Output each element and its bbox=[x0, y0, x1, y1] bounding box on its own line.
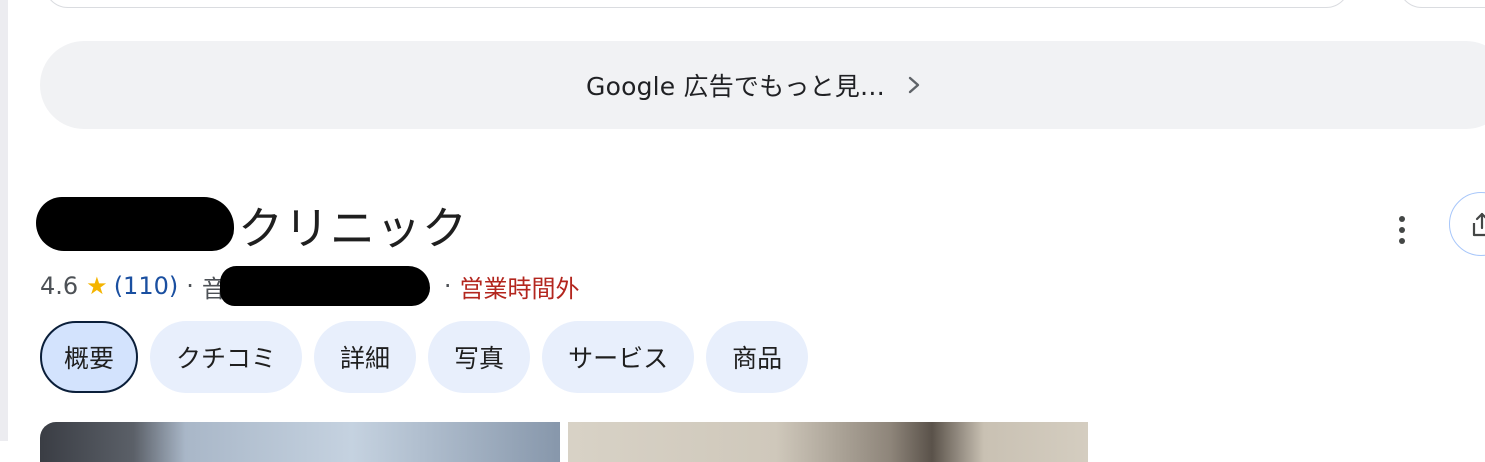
redacted-name-mark bbox=[36, 197, 234, 251]
share-button[interactable] bbox=[1449, 192, 1485, 256]
review-count-link[interactable]: (110) bbox=[114, 272, 179, 300]
business-name-suffix: クリニック bbox=[238, 201, 469, 255]
previous-result-card[interactable] bbox=[44, 0, 1350, 8]
business-title[interactable]: クリニック bbox=[36, 192, 468, 256]
photo-thumbnail[interactable] bbox=[568, 422, 1088, 462]
tab-details[interactable]: 詳細 bbox=[314, 321, 417, 393]
more-vert-icon[interactable] bbox=[1390, 212, 1414, 248]
hours-status: 営業時間外 bbox=[459, 274, 580, 303]
tab-services[interactable]: サービス bbox=[542, 321, 695, 393]
photo-thumbnail[interactable] bbox=[40, 422, 560, 462]
more-ads-label: Google 広告でもっと見… bbox=[586, 72, 886, 101]
redacted-category-mark bbox=[219, 266, 430, 306]
separator: · bbox=[443, 272, 452, 300]
tab-photos[interactable]: 写真 bbox=[428, 321, 531, 393]
business-tabs: 概要 クチコミ 詳細 写真 サービス 商品 bbox=[40, 321, 809, 393]
chevron-right-icon bbox=[908, 76, 920, 94]
more-ads-button[interactable]: Google 広告でもっと見… bbox=[40, 41, 1485, 129]
previous-result-card-right[interactable] bbox=[1398, 0, 1485, 8]
rating-value: 4.6 bbox=[40, 272, 79, 300]
separator: · bbox=[186, 272, 194, 300]
tab-reviews[interactable]: クチコミ bbox=[150, 321, 303, 393]
business-meta-row: 4.6 ★ (110) · 音 · 営業時間外 bbox=[40, 266, 580, 306]
tab-products[interactable]: 商品 bbox=[706, 321, 809, 393]
left-rail bbox=[0, 0, 8, 441]
share-icon bbox=[1472, 212, 1485, 237]
tab-overview[interactable]: 概要 bbox=[40, 321, 139, 393]
star-icon: ★ bbox=[86, 272, 108, 300]
